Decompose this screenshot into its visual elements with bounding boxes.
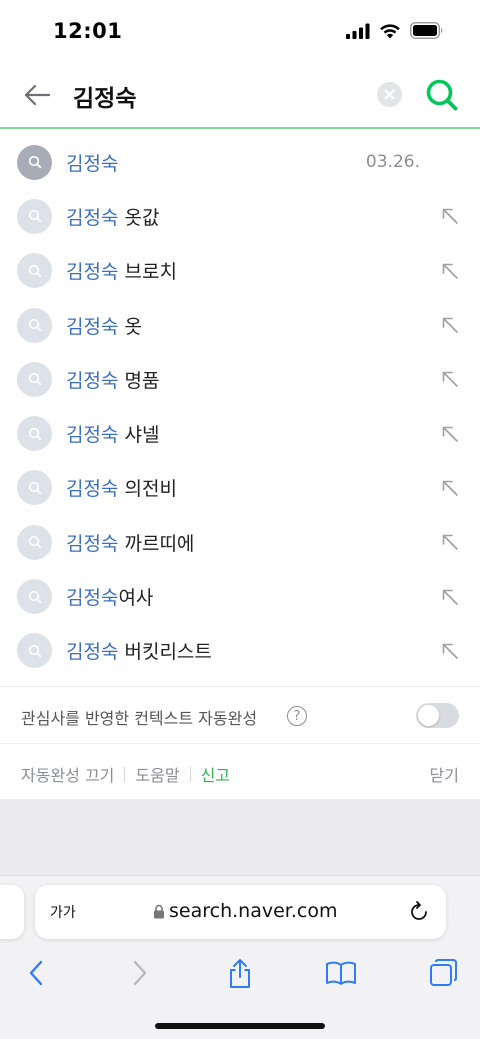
fill-query-arrow-icon[interactable] [439,260,461,282]
autocomplete-footer: 자동완성 끄기 도움말 신고 닫기 [0,743,480,799]
suggestion-text: 김정숙 명품 [66,369,160,392]
suggestion-text: 김정숙 [66,152,119,175]
search-icon [17,470,52,506]
suggestion-item[interactable]: 김정숙 버킷리스트 [0,624,480,678]
browser-back-button[interactable] [19,956,53,990]
suggestion-item[interactable]: 김정숙여사 [0,569,480,623]
url-text: search.naver.com [169,900,338,922]
suggestion-text: 김정숙 버킷리스트 [66,641,212,664]
previous-tab-peek[interactable] [0,885,24,939]
search-icon [17,253,52,289]
search-icon [17,307,52,343]
search-input[interactable]: 김정숙 [73,79,136,113]
url-display[interactable]: search.naver.com [153,900,337,922]
cellular-signal-icon [346,23,370,39]
help-icon[interactable]: ? [287,706,307,726]
fill-query-arrow-icon[interactable] [439,368,461,390]
search-icon [426,79,458,111]
close-link[interactable]: 닫기 [430,762,459,786]
tabs-button[interactable] [426,956,460,990]
suggestion-list: 김정숙 03.26. 김정숙 옷값 김정숙 브로치 김정숙 옷 김정숙 명품 김… [0,135,480,678]
help-link[interactable]: 도움말 [135,762,179,786]
status-bar: 12:01 [0,0,480,60]
footer-links: 자동완성 끄기 도움말 신고 [21,762,230,786]
search-icon [17,579,52,615]
suggestion-item[interactable]: 김정숙 까르띠에 [0,515,480,569]
toggle-knob [418,705,439,726]
browser-toolbar [0,956,480,996]
suggestion-item[interactable]: 김정숙 옷 [0,298,480,352]
suggestion-text: 김정숙 샤넬 [66,424,160,447]
search-icon [17,633,52,669]
home-indicator [155,1023,325,1029]
fill-query-arrow-icon[interactable] [439,423,461,445]
fill-query-arrow-icon[interactable] [439,477,461,499]
share-button[interactable] [223,956,257,990]
context-autocomplete-toggle[interactable] [416,703,459,728]
share-icon [230,959,250,988]
suggestion-date: 03.26. [365,152,420,173]
back-chevron-icon [29,960,43,986]
autocomplete-off-link[interactable]: 자동완성 끄기 [21,762,114,786]
search-icon [17,416,52,452]
suggestion-item[interactable]: 김정숙 브로치 [0,244,480,298]
suggestion-item[interactable]: 김정숙 의전비 [0,461,480,515]
back-button[interactable] [20,78,54,112]
divider [124,766,126,782]
fill-query-arrow-icon[interactable] [439,205,461,227]
forward-chevron-icon [133,960,147,986]
reload-icon [411,901,427,920]
suggestion-text: 김정숙 옷 [66,315,142,338]
browser-forward-button[interactable] [123,956,157,990]
suggestion-item[interactable]: 김정숙 샤넬 [0,406,480,460]
suggestion-text: 김정숙 옷값 [66,206,160,229]
search-icon [17,524,52,560]
browser-bottom-bar: 가가 search.naver.com [0,875,480,1039]
bookmarks-icon [326,961,356,985]
suggestion-item[interactable]: 김정숙 옷값 [0,189,480,243]
lock-icon [154,904,164,918]
divider [189,766,191,782]
search-icon [17,198,52,234]
page-background [0,799,480,879]
tabs-icon [430,959,457,986]
text-size-button[interactable]: 가가 [50,902,76,922]
address-bar[interactable]: 가가 search.naver.com [35,885,446,939]
bookmarks-button[interactable] [324,956,358,990]
suggestion-item[interactable]: 김정숙 03.26. [0,135,480,189]
report-link[interactable]: 신고 [201,762,230,786]
reload-button[interactable] [407,900,431,924]
status-icons [346,22,444,39]
suggestion-text: 김정숙 의전비 [66,478,177,501]
fill-query-arrow-icon[interactable] [439,531,461,553]
back-arrow-icon [24,84,51,106]
clear-icon [384,89,395,100]
fill-query-arrow-icon[interactable] [439,314,461,336]
status-time: 12:01 [53,19,123,43]
wifi-icon [380,23,400,38]
suggestion-text: 김정숙 브로치 [66,261,177,284]
search-button[interactable] [424,77,460,113]
search-header: 김정숙 [0,60,480,129]
fill-query-arrow-icon[interactable] [439,586,461,608]
search-icon [17,361,52,397]
fill-query-arrow-icon[interactable] [439,640,461,662]
suggestion-text: 김정숙 까르띠에 [66,532,195,555]
clear-button[interactable] [377,82,402,107]
context-autocomplete-row: 관심사를 반영한 컨텍스트 자동완성 ? [0,686,480,743]
recent-search-icon [17,144,52,180]
battery-icon [410,22,443,39]
suggestion-text: 김정숙여사 [66,587,154,610]
suggestion-item[interactable]: 김정숙 명품 [0,352,480,406]
context-autocomplete-label: 관심사를 반영한 컨텍스트 자동완성 [21,709,258,728]
